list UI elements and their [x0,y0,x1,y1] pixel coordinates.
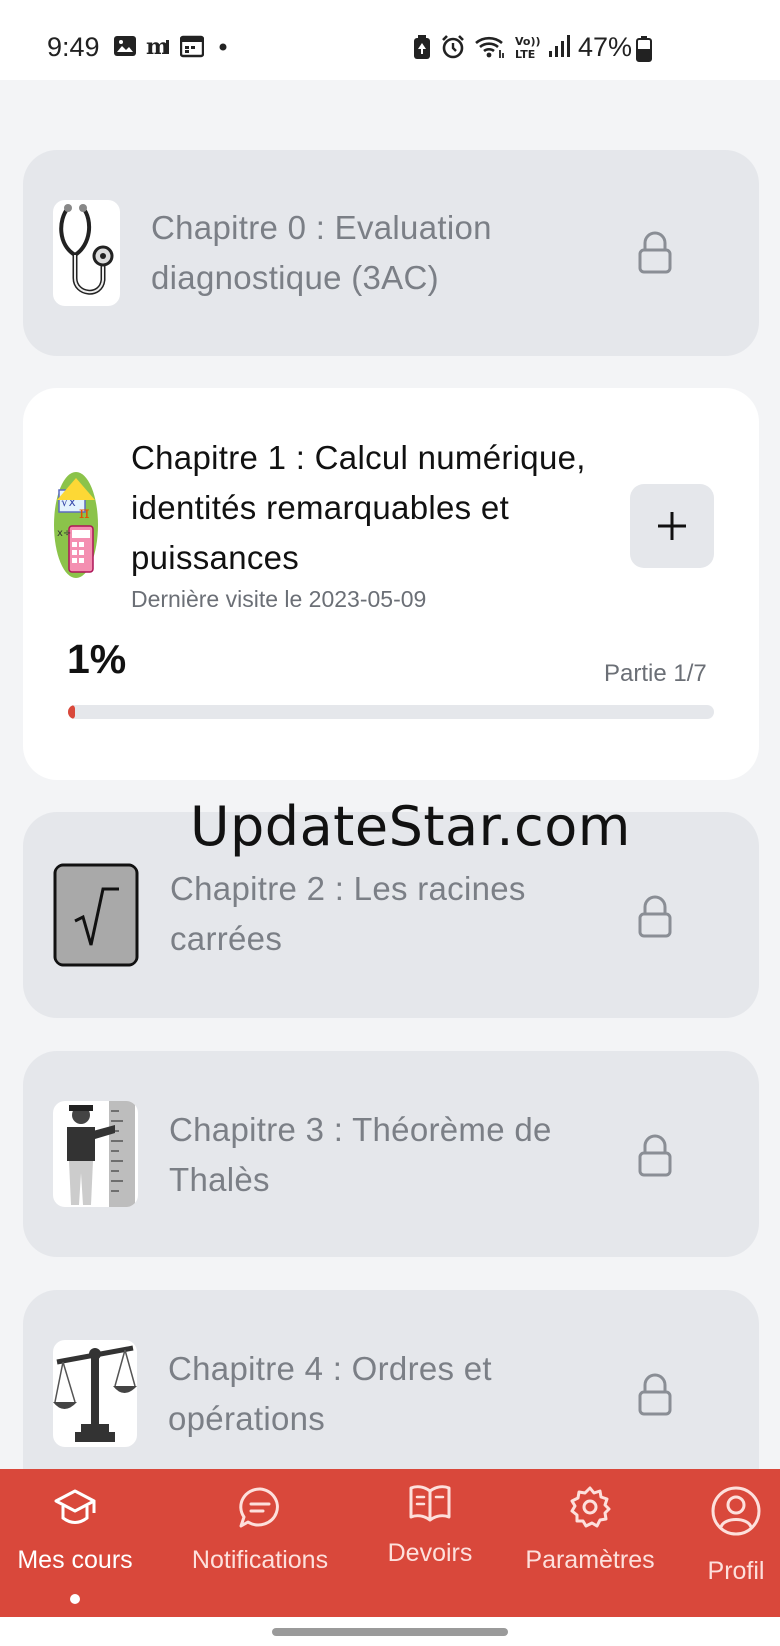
nav-label: Paramètres [525,1546,655,1574]
plus-button[interactable] [630,484,714,568]
status-bar: 9:49 m Vo)) LTE 47% [0,0,780,80]
svg-text:x÷: x÷ [57,528,71,539]
chat-bubble-icon [239,1487,279,1528]
svg-text:LTE: LTE [515,48,535,60]
lock-icon [638,1373,672,1416]
svg-text:m: m [146,34,169,58]
lock-icon [638,1134,672,1177]
chapter-title: Chapitre 0 : Evaluation diagnostique (3A… [151,209,492,296]
nav-item-devoirs[interactable]: Devoirs [370,1469,490,1617]
wifi-icon [475,36,504,58]
calculator-math-icon: √x π x÷ [53,470,99,580]
chapter-title: Chapitre 3 : Théorème de Thalès [169,1111,552,1198]
measuring-person-icon [53,1101,138,1207]
more-notifications-dot-icon [219,43,227,51]
svg-text:Vo)): Vo)) [515,35,541,48]
user-circle-icon [711,1486,761,1536]
part-label: Partie 1/7 [604,660,707,687]
chapter-title: Chapitre 2 : Les racines carrées [170,870,526,957]
battery-percent: 47% [578,32,633,62]
chapter-card-0[interactable]: Chapitre 0 : Evaluation diagnostique (3A… [23,150,759,356]
nav-label: Notifications [191,1546,329,1574]
active-indicator-dot [70,1594,80,1604]
lock-icon [638,231,672,274]
volte-lte-icon: Vo))LTE [515,35,541,60]
balance-scale-icon [53,1340,137,1447]
lock-icon [638,895,672,938]
battery-saver-icon [414,35,430,59]
nav-item-profil[interactable]: Profil [690,1469,780,1617]
progress-bar-fill [68,705,76,719]
nav-label: Profil [707,1557,765,1585]
chapter-card-1[interactable]: √x π x÷ Chapitre 1 : Calcul numérique, i… [23,388,759,780]
graduation-cap-icon [54,1489,96,1524]
nav-label: Devoirs [387,1539,473,1567]
nav-label: Mes cours [17,1546,133,1574]
gear-icon [570,1486,611,1528]
status-time: 9:49 [47,32,100,62]
gallery-icon [114,36,136,56]
calendar-icon [180,35,204,58]
square-root-icon [53,863,139,967]
chapter-title: Chapitre 1 : Calcul numérique, identités… [131,439,586,576]
plus-icon [658,512,686,540]
nav-item-mes-cours[interactable]: Mes cours [0,1469,150,1617]
signal-icon [549,35,570,57]
bottom-navigation: Mes cours Notifications Devoirs Paramètr… [0,1469,780,1617]
newspaper-logo-icon: m [146,34,169,58]
stethoscope-icon [53,200,120,306]
battery-icon [636,36,652,62]
home-gesture-bar[interactable] [272,1628,508,1636]
nav-item-notifications[interactable]: Notifications [180,1469,340,1617]
chapter-card-3[interactable]: Chapitre 3 : Théorème de Thalès [23,1051,759,1257]
progress-percent: 1% [67,636,127,682]
svg-text:π: π [79,503,90,522]
watermark-text: UpdateStar.com [190,795,631,858]
chapter-title: Chapitre 4 : Ordres et opérations [168,1350,492,1437]
alarm-icon [442,35,464,59]
progress-bar [68,705,714,719]
book-icon [409,1485,451,1522]
nav-item-parametres[interactable]: Paramètres [515,1469,665,1617]
last-visit-text: Dernière visite le 2023-05-09 [131,586,427,612]
